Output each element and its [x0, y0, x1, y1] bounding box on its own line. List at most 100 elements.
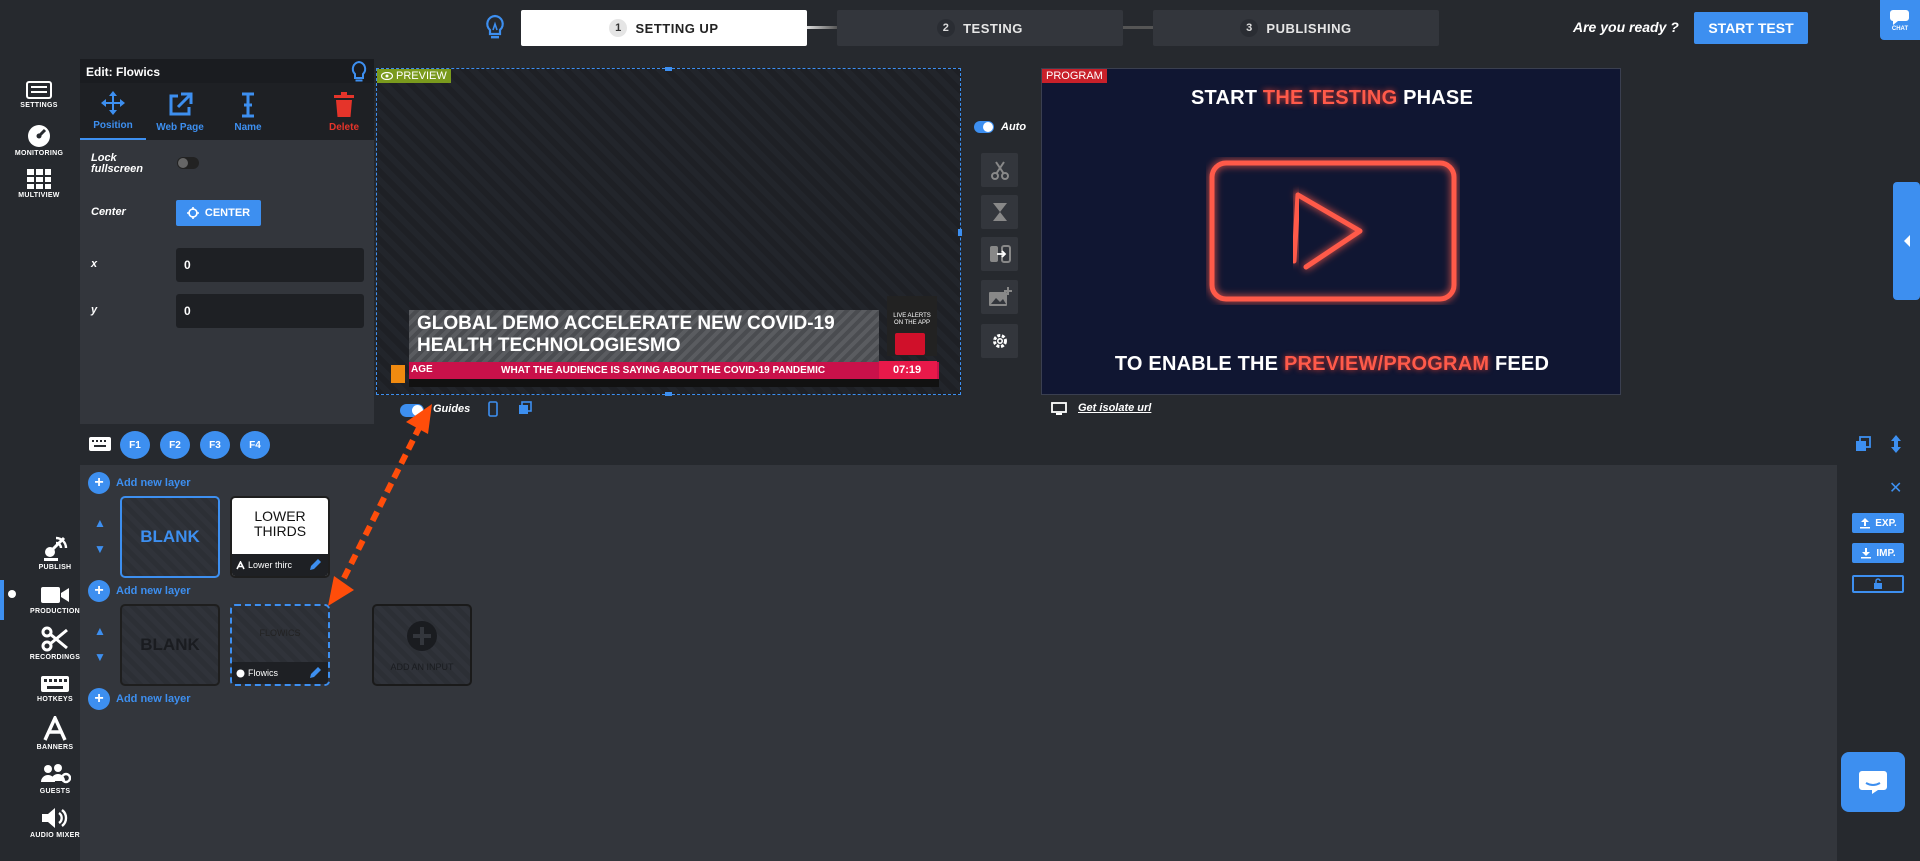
import-button[interactable]: IMP. — [1852, 543, 1904, 563]
collapse-right-tab[interactable] — [1893, 182, 1920, 300]
scissors-icon — [41, 626, 68, 652]
resize-handle[interactable] — [958, 229, 962, 236]
add-layer-button[interactable]: + Add new layer — [88, 472, 191, 494]
hotkey-f3[interactable]: F3 — [200, 431, 230, 459]
chat-bubble-icon — [1890, 10, 1909, 25]
move-up-icon[interactable]: ▲ — [94, 624, 106, 638]
center-button[interactable]: CENTER — [176, 200, 261, 226]
keyboard-icon — [41, 676, 69, 692]
edit-tabs: Position Web Page Name Delete — [80, 83, 374, 140]
copy-icon[interactable] — [518, 401, 532, 415]
close-icon[interactable]: ✕ — [1889, 478, 1902, 498]
lock-fullscreen-toggle[interactable] — [177, 157, 199, 169]
keyboard-icon[interactable] — [88, 436, 112, 452]
step-label: TESTING — [963, 20, 1023, 36]
tab-web-page[interactable]: Web Page — [146, 83, 214, 140]
input-tile-flowics[interactable]: FLOWICS Flowics — [230, 604, 330, 686]
program-text: START — [1190, 87, 1263, 109]
isolate-url-link[interactable]: Get isolate url — [1078, 402, 1151, 414]
blank-tile[interactable]: BLANK — [120, 604, 220, 686]
program-highlight: PREVIEW/PROGRAM — [1283, 353, 1490, 375]
rail-settings[interactable]: SETTINGS — [0, 80, 78, 109]
ticker-prefix: AGE — [411, 364, 433, 375]
gauge-icon — [28, 125, 50, 147]
chat-button[interactable]: CHAT — [1880, 0, 1920, 40]
add-input-tile[interactable]: ADD AN INPUT — [372, 604, 472, 686]
monitor-icon — [1051, 402, 1067, 415]
swap-button[interactable] — [981, 237, 1018, 271]
start-test-button[interactable]: START TEST — [1694, 12, 1808, 44]
tab-label: Position — [93, 120, 133, 131]
preview-tag-label: PREVIEW — [396, 70, 447, 82]
program-text: PHASE — [1397, 87, 1474, 109]
move-down-icon[interactable]: ▼ — [94, 542, 106, 556]
rail-monitoring[interactable]: MONITORING — [0, 122, 78, 157]
logo-square — [391, 365, 405, 383]
tab-name[interactable]: Name — [214, 83, 282, 140]
trash-icon — [334, 92, 354, 117]
settings-button[interactable] — [981, 324, 1018, 358]
step-number: 3 — [1240, 19, 1259, 37]
globe-icon — [236, 669, 245, 677]
mobile-icon[interactable] — [488, 401, 498, 417]
rail-multiview[interactable]: MULTIVIEW — [0, 168, 78, 199]
resize-handle[interactable] — [665, 67, 672, 71]
add-image-button[interactable] — [981, 280, 1018, 314]
input-tile-lower-thirds[interactable]: LOWER THIRDS Lower thirc — [230, 496, 330, 578]
blank-tile[interactable]: BLANK — [120, 496, 220, 578]
rail-label: BANNERS — [36, 744, 74, 751]
help-chat-button[interactable] — [1841, 752, 1905, 812]
letter-a-icon — [236, 560, 245, 569]
edit-panel: Edit: Flowics Position Web Page Name Del… — [80, 56, 374, 424]
program-highlight: THE TESTING — [1262, 87, 1398, 109]
upload-icon — [1860, 518, 1871, 529]
y-input[interactable]: 0 — [176, 294, 364, 328]
grid-icon — [27, 169, 51, 189]
move-down-icon[interactable]: ▼ — [94, 650, 106, 664]
tab-position[interactable]: Position — [80, 83, 146, 140]
pencil-icon[interactable] — [308, 666, 322, 680]
import-label: IMP. — [1876, 547, 1896, 559]
step-label: SETTING UP — [635, 20, 719, 36]
auto-toggle[interactable] — [974, 121, 994, 133]
plus-icon: + — [88, 688, 110, 710]
neon-play-icon — [1209, 160, 1457, 302]
copy-icon[interactable] — [1855, 436, 1871, 452]
tab-delete[interactable]: Delete — [314, 83, 374, 140]
crosshair-icon — [186, 207, 199, 219]
add-layer-button[interactable]: + Add new layer — [88, 580, 191, 602]
chat-bubble-icon — [1859, 771, 1887, 794]
transition-button[interactable] — [981, 195, 1018, 229]
step-connector — [1123, 26, 1153, 29]
preview-monitor[interactable]: PREVIEW GLOBAL DEMO ACCELERATE NEW COVID… — [376, 67, 962, 396]
program-monitor[interactable]: PROGRAM START THE TESTING PHASE TO ENABL… — [1041, 68, 1621, 395]
hotkey-f1[interactable]: F1 — [120, 431, 150, 459]
step-setting-up[interactable]: 1 SETTING UP — [521, 10, 807, 46]
cut-icon — [990, 161, 1009, 180]
annotation-arrow — [328, 404, 432, 606]
step-number: 2 — [937, 19, 956, 37]
clock-text: 07:19 — [893, 364, 922, 376]
export-label: EXP. — [1875, 517, 1897, 529]
add-layer-label: Add new layer — [116, 693, 191, 705]
program-text: FEED — [1489, 353, 1550, 375]
step-testing[interactable]: 2 TESTING — [837, 10, 1123, 46]
step-publishing[interactable]: 3 PUBLISHING — [1153, 10, 1439, 46]
lightbulb-icon[interactable] — [350, 60, 368, 84]
cut-button[interactable] — [981, 153, 1018, 187]
hotkey-f2[interactable]: F2 — [160, 431, 190, 459]
live-text: LIVE ALERTS ON THE APP — [893, 313, 931, 326]
step-label: PUBLISHING — [1266, 20, 1352, 36]
unlock-button[interactable] — [1852, 575, 1904, 593]
add-layer-button[interactable]: + Add new layer — [88, 688, 191, 710]
resize-handle[interactable] — [665, 392, 672, 396]
export-button[interactable]: EXP. — [1852, 513, 1904, 533]
lightbulb-icon[interactable] — [484, 14, 506, 42]
x-input[interactable]: 0 — [176, 248, 364, 282]
hotkey-f4[interactable]: F4 — [240, 431, 270, 459]
channel-logo — [895, 333, 925, 355]
vertical-resize-icon[interactable] — [1890, 434, 1902, 454]
move-up-icon[interactable]: ▲ — [94, 516, 106, 530]
toggle-knob — [983, 122, 993, 132]
rail-label: MONITORING — [14, 150, 64, 157]
